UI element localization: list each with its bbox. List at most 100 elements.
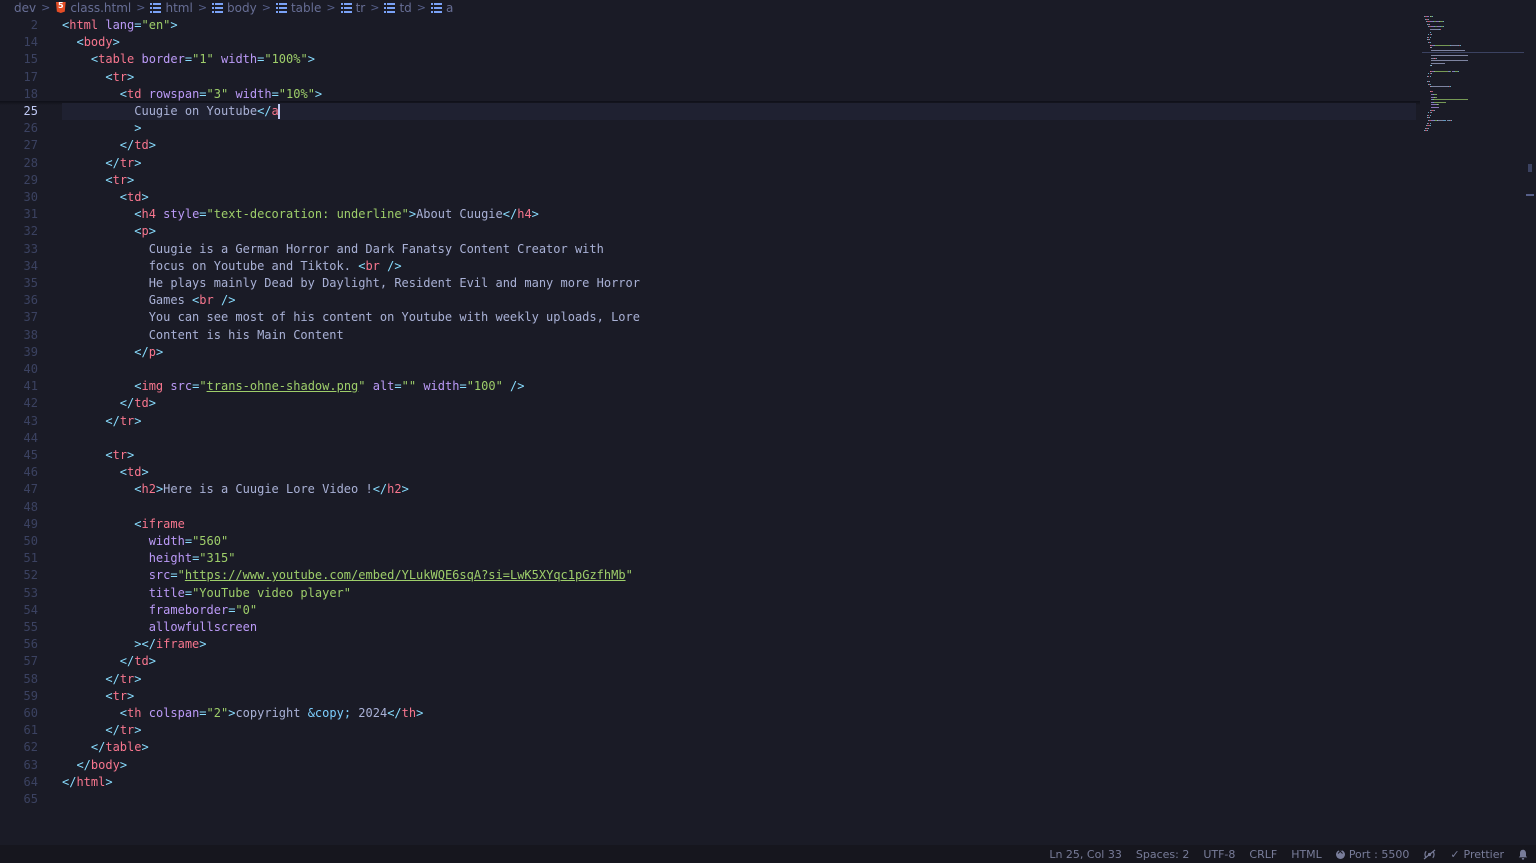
breadcrumb-item[interactable]: a: [430, 1, 453, 15]
code-line[interactable]: 40: [0, 361, 1420, 378]
code-line[interactable]: 33 Cuugie is a German Horror and Dark Fa…: [0, 241, 1420, 258]
notifications-button[interactable]: [1518, 849, 1528, 860]
code-editor[interactable]: 2 <html lang="en"> 14 <body> 15 <table bord…: [0, 16, 1420, 844]
code-line[interactable]: 15 <table border="1" width="100%">: [0, 51, 1420, 68]
code-content: src="https://www.youtube.com/embed/YLukW…: [62, 567, 633, 584]
code-token: =: [199, 207, 207, 222]
minimap-line: [1450, 44, 1458, 46]
code-token: >: [401, 482, 409, 497]
code-line[interactable]: 64 </html>: [0, 774, 1420, 791]
code-token: >: [134, 121, 142, 136]
vertical-scrollbar[interactable]: [1524, 16, 1536, 844]
line-number: 17: [23, 69, 38, 84]
code-token: <: [105, 69, 113, 84]
code-line[interactable]: 53 title="YouTube video player": [0, 585, 1420, 602]
code-line[interactable]: 36 Games <br />: [0, 292, 1420, 309]
code-content: </tr>: [62, 722, 141, 739]
language-mode[interactable]: HTML: [1291, 848, 1322, 861]
encoding-setting[interactable]: UTF-8: [1203, 848, 1235, 861]
broadcast-button[interactable]: [1423, 849, 1436, 860]
breadcrumb-item[interactable]: td: [384, 1, 412, 15]
code-line[interactable]: 17 <tr>: [0, 69, 1420, 86]
prettier-status[interactable]: ✓ Prettier: [1450, 848, 1504, 861]
cursor-position[interactable]: Ln 25, Col 33: [1049, 848, 1122, 861]
code-line[interactable]: 59 <tr>: [0, 688, 1420, 705]
code-line[interactable]: 52 src="https://www.youtube.com/embed/YL…: [0, 567, 1420, 584]
code-token[interactable]: trans-ohne-shadow.png: [207, 379, 359, 393]
code-line[interactable]: 51 height="315": [0, 550, 1420, 567]
code-content: <p>: [62, 223, 156, 240]
code-token: <: [105, 688, 113, 703]
code-line[interactable]: 44: [0, 430, 1420, 447]
code-line[interactable]: 63 </body>: [0, 757, 1420, 774]
eol-setting[interactable]: CRLF: [1249, 848, 1277, 861]
code-line[interactable]: 42 </td>: [0, 395, 1420, 412]
code-line[interactable]: 47 <h2>Here is a Cuugie Lore Video !</h2…: [0, 481, 1420, 498]
breadcrumb: dev > class.html > html > body > table > tr > td > a: [0, 0, 1536, 15]
code-content: Content is his Main Content: [62, 327, 344, 344]
code-line[interactable]: 37 You can see most of his content on Yo…: [0, 309, 1420, 326]
code-line[interactable]: 57 </td>: [0, 653, 1420, 670]
code-token: About Cuugie: [416, 207, 503, 222]
code-line[interactable]: 50 width="560": [0, 533, 1420, 550]
minimap-viewport-marker: [1422, 52, 1524, 53]
code-line[interactable]: 32 <p>: [0, 223, 1420, 240]
code-line[interactable]: 45 <tr>: [0, 447, 1420, 464]
code-line[interactable]: 56 ></iframe>: [0, 636, 1420, 653]
code-line[interactable]: 41 <img src="trans-ohne-shadow.png" alt=…: [0, 378, 1420, 395]
code-line[interactable]: 31 <h4 style="text-decoration: underline…: [0, 206, 1420, 223]
minimap-line: [1430, 60, 1468, 62]
code-line[interactable]: 49 <iframe: [0, 516, 1420, 533]
breadcrumb-item[interactable]: table: [275, 1, 321, 15]
code-line[interactable]: 55 allowfullscreen: [0, 619, 1420, 636]
code-line[interactable]: 2 <html lang="en">: [0, 17, 1420, 34]
code-token: br: [365, 258, 388, 273]
code-line[interactable]: 54 frameborder="0": [0, 602, 1420, 619]
code-line[interactable]: 48: [0, 499, 1420, 516]
code-line[interactable]: 34 focus on Youtube and Tiktok. <br />: [0, 258, 1420, 275]
minimap-line: [1435, 44, 1451, 46]
minimap-line: [1428, 127, 1429, 129]
code-line[interactable]: 30 <td>: [0, 189, 1420, 206]
code-line[interactable]: 65: [0, 791, 1420, 808]
live-server-port[interactable]: Port : 5500: [1335, 847, 1409, 861]
code-line[interactable]: 39 </p>: [0, 344, 1420, 361]
code-content: You can see most of his content on Youtu…: [62, 309, 640, 326]
line-number: 59: [23, 688, 38, 703]
code-line[interactable]: 29 <tr>: [0, 172, 1420, 189]
breadcrumb-item[interactable]: html: [150, 1, 193, 15]
breadcrumb-item[interactable]: body: [212, 1, 257, 15]
code-token: 2024: [351, 706, 388, 720]
minimap-line: [1430, 49, 1466, 51]
code-token[interactable]: https://www.youtube.com/embed/YLukWQE6sq…: [185, 568, 626, 582]
code-line[interactable]: 46 <td>: [0, 464, 1420, 481]
code-line[interactable]: 25 Cuugie on Youtube</a: [0, 103, 1420, 120]
code-token: ": [358, 379, 373, 394]
code-token: =: [134, 18, 142, 32]
code-line[interactable]: 28 </tr>: [0, 155, 1420, 172]
code-line[interactable]: 26 >: [0, 120, 1420, 137]
indentation-setting[interactable]: Spaces: 2: [1136, 848, 1189, 861]
code-line[interactable]: 38 Content is his Main Content: [0, 327, 1420, 344]
code-line[interactable]: 60 <th colspan="2">copyright &copy; 2024…: [0, 705, 1420, 722]
code-line[interactable]: 35 He plays mainly Dead by Daylight, Res…: [0, 275, 1420, 292]
minimap[interactable]: [1422, 16, 1524, 146]
code-line[interactable]: 62 </table>: [0, 739, 1420, 756]
code-line[interactable]: 43 </tr>: [0, 413, 1420, 430]
breadcrumb-item[interactable]: dev: [14, 1, 36, 15]
breadcrumb-item[interactable]: class.html: [55, 1, 131, 15]
code-line[interactable]: 27 </td>: [0, 137, 1420, 154]
code-line[interactable]: 14 <body>: [0, 34, 1420, 51]
code-line[interactable]: 61 </tr>: [0, 722, 1420, 739]
code-content: </tr>: [62, 413, 141, 430]
code-token: >: [112, 35, 120, 50]
code-line[interactable]: 58 </tr>: [0, 671, 1420, 688]
scrollbar-thumb[interactable]: [1528, 164, 1532, 172]
breadcrumb-item[interactable]: tr: [340, 1, 365, 15]
code-token: "0": [235, 602, 258, 617]
